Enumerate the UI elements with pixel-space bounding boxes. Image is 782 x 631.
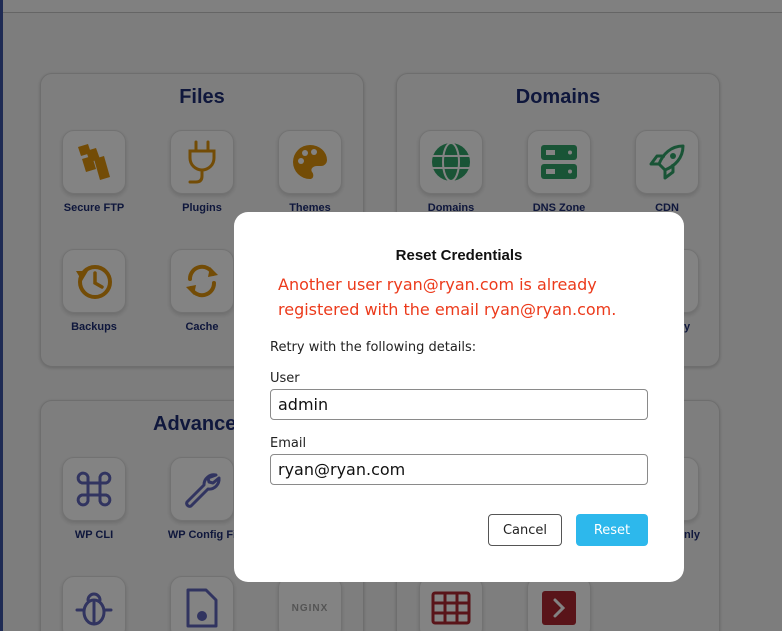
cancel-button[interactable]: Cancel bbox=[488, 514, 562, 546]
email-field[interactable] bbox=[270, 454, 648, 485]
email-field-label: Email bbox=[270, 436, 307, 451]
user-field-label: User bbox=[270, 371, 300, 386]
dialog-title: Reset Credentials bbox=[395, 247, 523, 264]
dialog-subtitle: Retry with the following details: bbox=[270, 340, 477, 355]
reset-button[interactable]: Reset bbox=[576, 514, 648, 546]
user-field[interactable] bbox=[270, 389, 648, 420]
error-message: Another user ryan@ryan.com is already re… bbox=[278, 275, 617, 319]
reset-credentials-dialog: Reset Credentials Another user ryan@ryan… bbox=[234, 212, 684, 582]
